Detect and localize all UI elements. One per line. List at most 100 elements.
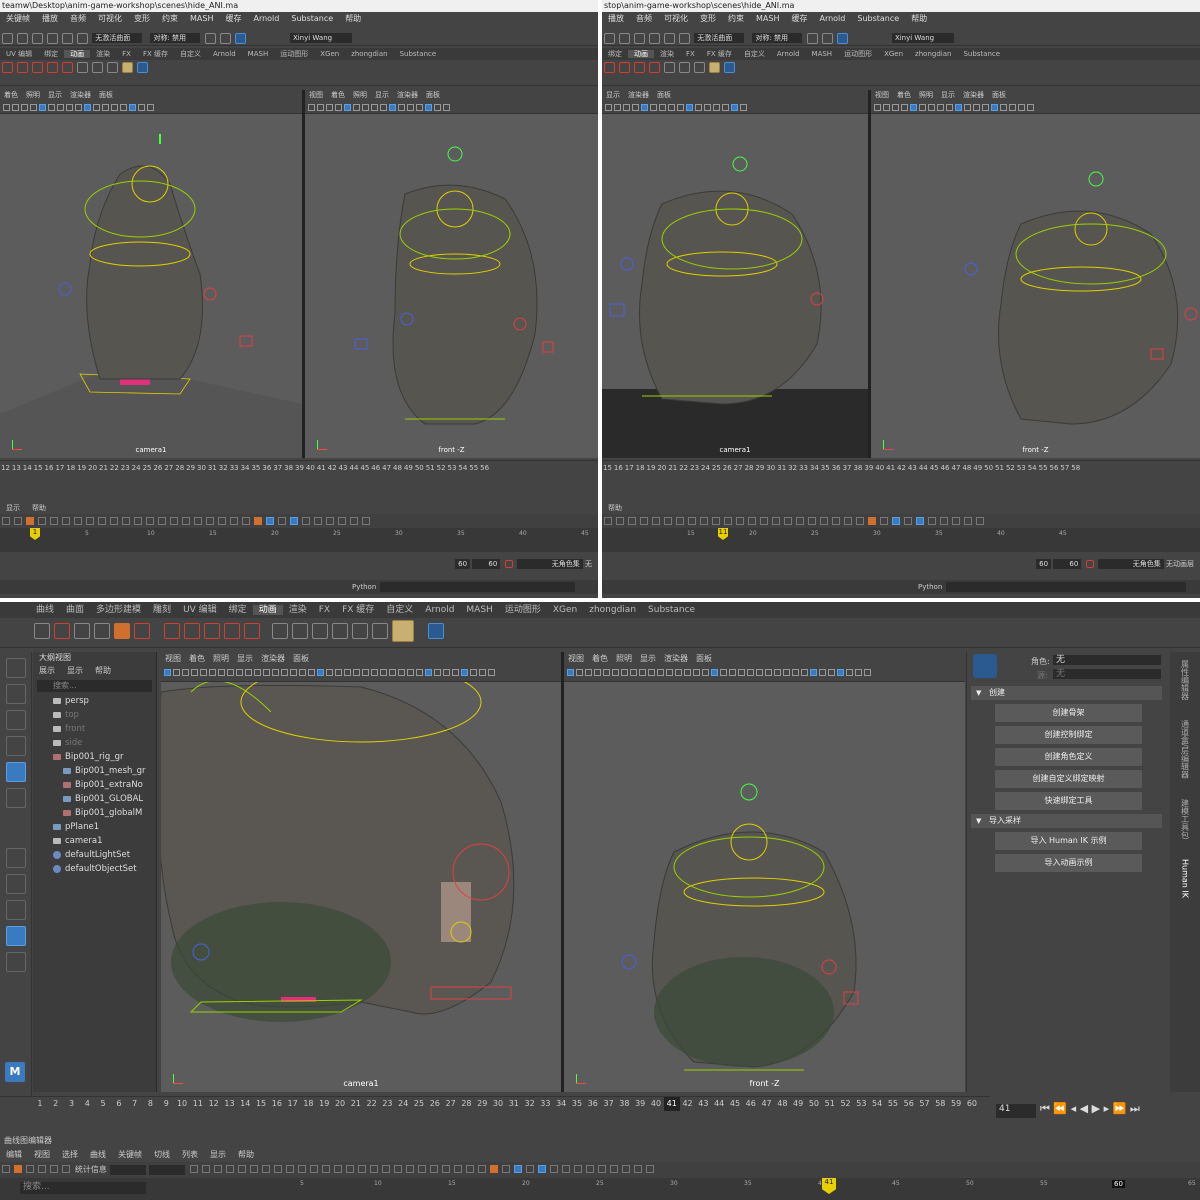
stats-field-2[interactable] [148,1165,185,1175]
shelf-tab[interactable]: 动画 [252,605,283,615]
shelf-tab[interactable]: XGen [547,605,583,615]
snap-grid-icon[interactable] [47,32,58,44]
select-tool-icon[interactable] [5,658,26,678]
graph-menu-item[interactable]: 视图 [34,1150,50,1159]
python-label[interactable]: Python [352,580,376,594]
shelf-tab[interactable]: MASH [806,50,839,58]
outliner-item[interactable]: top [33,708,156,722]
joint-tool-icon[interactable] [164,623,180,639]
ik-handle-icon[interactable] [62,62,73,73]
shelf-tab[interactable]: FX 缓存 [336,605,380,615]
character-rig-figure[interactable] [0,114,302,458]
snap-curve-icon[interactable] [664,32,675,44]
shelf-tab[interactable]: Arnold [771,50,806,58]
shelf-tab[interactable]: 曲线 [30,605,60,615]
menu-item[interactable]: MASH [756,14,779,23]
shelf-tab[interactable]: 运动图形 [838,50,878,58]
anim-snapshot-icon[interactable] [114,623,130,639]
orient-joint-icon[interactable] [244,623,260,639]
hik-button[interactable]: 创建控制绑定 [995,726,1142,744]
ipr-icon[interactable] [219,32,231,44]
auto-key-icon[interactable] [504,560,513,568]
command-input[interactable] [946,582,1186,592]
shelf-tab[interactable]: Arnold [207,50,242,58]
shelf-tab[interactable]: 自定义 [738,50,771,58]
command-input[interactable] [380,582,575,592]
joint-icon[interactable] [664,62,675,73]
surface-dropdown[interactable]: 无激活曲面 [694,33,745,43]
menu-item[interactable]: Substance [857,14,899,23]
side-tab[interactable]: 通道盒/层编辑器 [1180,720,1191,779]
snap-point-icon[interactable] [77,32,88,44]
outliner-item[interactable]: Bip001_GLOBAL [33,792,156,806]
menu-item[interactable]: 变形 [134,14,150,23]
character-set-dropdown[interactable]: 无角色集 [1097,559,1164,569]
viewport-front[interactable]: front -Z [305,114,598,458]
hik-source-dropdown[interactable]: 无 [1053,669,1161,679]
hik-button[interactable]: 创建角色定义 [995,748,1142,766]
lasso-icon[interactable] [17,32,28,44]
bind-skin-icon[interactable] [272,623,288,639]
graph-menu-item[interactable]: 列表 [182,1150,198,1159]
key-rotate-icon[interactable] [32,62,43,73]
menu-item[interactable]: 关键帧 [6,14,30,23]
stats-field-1[interactable] [109,1165,146,1175]
texture-icon[interactable] [392,620,414,642]
shelf-tab[interactable]: 曲面 [60,605,90,615]
viewport-menu-item[interactable]: 显示 [375,91,389,99]
shelf-tab[interactable]: 运动图形 [499,605,547,615]
viewport-menu-item[interactable]: 视图 [875,91,889,99]
graph-menu-item[interactable]: 帮助 [608,504,622,512]
menu-item[interactable]: Substance [291,14,333,23]
texture-icon[interactable] [122,62,133,73]
shelf-tab[interactable]: zhongdian [345,50,393,58]
move-tool-icon[interactable] [5,736,26,756]
playblast-icon[interactable] [137,62,148,73]
viewport-menu-item[interactable]: 显示 [606,91,620,99]
shelf-tab[interactable]: Arnold [419,605,460,615]
graph-editor-area[interactable]: 5 10 15 20 25 30 35 40 45 1 [0,528,598,552]
outliner-menu-item[interactable]: 展示 [39,666,55,675]
key-translate-icon[interactable] [604,62,615,73]
graph-menu-item[interactable]: 切线 [154,1150,170,1159]
outliner-item[interactable]: pPlane1 [33,820,156,834]
texture-icon[interactable] [709,62,720,73]
viewport-camera1[interactable]: camera1 [0,114,302,458]
playblast-icon[interactable] [34,623,50,639]
time-ruler[interactable]: 12 13 14 15 16 17 18 19 20 21 22 23 24 25 26 27 28 29 30 31… [0,460,598,474]
shelf-tab[interactable]: 运动图形 [274,50,314,58]
step-back-frame-icon[interactable]: ◂ [1071,1102,1077,1115]
shelf-tab[interactable]: 渲染 [654,50,680,58]
key-rotate-icon[interactable] [619,62,630,73]
ghost-icon[interactable] [74,623,90,639]
symmetry-dropdown[interactable]: 对称: 禁用 [752,33,803,43]
shelf-tab[interactable]: FX [680,50,701,58]
set-key-icon[interactable] [2,62,13,73]
viewport-menu-item[interactable]: 照明 [213,654,229,663]
ik-handle-icon[interactable] [184,623,200,639]
snap-point-icon[interactable] [679,32,690,44]
hik-button[interactable]: 创建骨架 [995,704,1142,722]
menu-item[interactable]: Arnold [253,14,279,23]
graph-menu-item[interactable]: 显示 [210,1150,226,1159]
menu-item[interactable]: MASH [190,14,213,23]
play-backward-icon[interactable]: ◀ [1080,1102,1088,1115]
shelf-tab[interactable]: 绑定 [38,50,64,58]
character-rig-figure[interactable] [602,114,868,458]
mirror-joint-icon[interactable] [224,623,240,639]
user-dropdown[interactable]: Xinyi Wang [289,33,352,43]
outliner-item[interactable]: Bip001_globalM [33,806,156,820]
python-label[interactable]: Python [918,580,942,594]
shelf-tab[interactable]: 绑定 [223,605,253,615]
menu-item[interactable]: 音频 [636,14,652,23]
character-rig-figure[interactable] [305,114,598,458]
outliner-item[interactable]: persp [33,694,156,708]
side-tab[interactable]: Human IK [1181,859,1190,898]
shelf-tab[interactable]: UV 编辑 [177,605,223,615]
viewport-menu-item[interactable]: 面板 [992,91,1006,99]
menu-item[interactable]: 音频 [70,14,86,23]
menu-item[interactable]: 帮助 [345,14,361,23]
menu-item[interactable]: 缓存 [791,14,807,23]
viewport-menu-item[interactable]: 视图 [568,654,584,663]
current-time-marker[interactable]: 41 [822,1178,836,1194]
